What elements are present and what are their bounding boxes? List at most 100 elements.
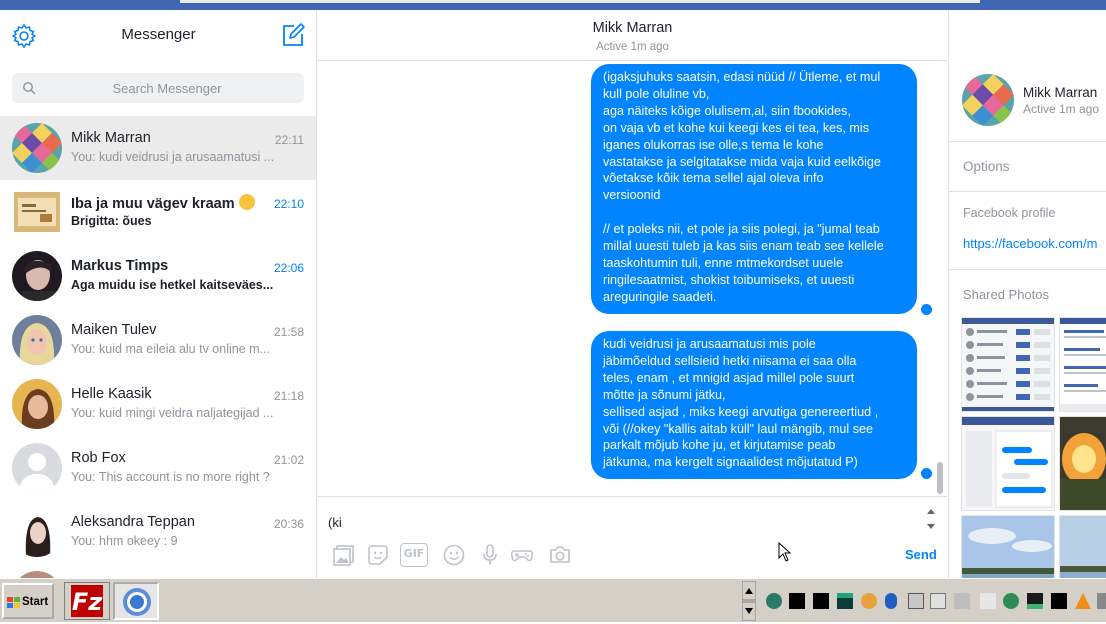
options-section[interactable]: Options xyxy=(949,142,1106,192)
emoji-icon[interactable] xyxy=(442,543,466,567)
conversation-item[interactable] xyxy=(0,564,316,578)
vlc-icon[interactable] xyxy=(1075,593,1091,609)
conversation-name: Markus Timps xyxy=(71,258,169,274)
send-button[interactable]: Send xyxy=(905,547,937,562)
bluetooth-icon[interactable] xyxy=(885,593,897,609)
sticker-icon[interactable] xyxy=(366,543,390,567)
tray-app-icon[interactable] xyxy=(1097,593,1106,609)
browser-icon xyxy=(123,588,151,616)
facebook-profile-link[interactable]: https://facebook.com/m xyxy=(963,236,1097,251)
network-disabled-icon[interactable] xyxy=(930,593,946,609)
profile-status: Active 1m ago xyxy=(1023,102,1100,116)
conversation-time: 22:06 xyxy=(273,261,304,275)
shared-photo[interactable] xyxy=(961,317,1055,412)
conversation-time: 21:18 xyxy=(273,389,304,403)
avatar xyxy=(14,192,60,232)
tray-app-icon[interactable] xyxy=(789,593,805,609)
shared-photo[interactable] xyxy=(961,515,1055,578)
taskbar-scroll-arrows[interactable] xyxy=(742,581,756,621)
conversation-sidebar: Messenger Mikk Marran 22:11 xyxy=(0,10,317,578)
conversation-item[interactable]: Maiken Tulev 21:58 You: kuid ma eileia a… xyxy=(0,308,316,372)
avatar xyxy=(12,507,62,557)
conversation-item[interactable]: Helle Kaasik 21:18 You: kuid mingi veidr… xyxy=(0,372,316,436)
microphone-icon[interactable] xyxy=(478,543,502,567)
filezilla-taskbar-button[interactable]: Fz xyxy=(64,582,110,620)
chat-panel: Mikk Marran Active 1m ago (igaksjuhuks s… xyxy=(318,10,947,578)
conversation-time: 20:36 xyxy=(273,517,304,531)
thread-scrollbar[interactable] xyxy=(937,462,943,494)
photo-icon[interactable] xyxy=(332,543,356,567)
volume-icon[interactable] xyxy=(980,593,996,609)
shared-photo[interactable] xyxy=(961,416,1055,511)
tray-app-icon[interactable] xyxy=(1027,593,1043,609)
facebook-profile-section: Facebook profile https://facebook.com/m xyxy=(949,192,1106,270)
svg-text:Fz: Fz xyxy=(72,588,103,616)
message-bubble[interactable]: kudi veidrusi ja arusaamatusi mis pole j… xyxy=(591,331,917,479)
conversation-snippet: You: kuid ma eileia alu tv online m... xyxy=(71,342,270,356)
tray-app-icon[interactable] xyxy=(908,593,924,609)
conversation-item[interactable]: Markus Timps 22:06 Aga muidu ise hetkel … xyxy=(0,244,316,308)
conversation-snippet: You: kuid mingi veidra naljategijad ... xyxy=(71,406,274,420)
search-icon xyxy=(23,82,36,95)
tray-app-icon[interactable] xyxy=(954,593,970,609)
message-input[interactable] xyxy=(328,511,908,533)
seen-check-icon xyxy=(921,304,932,315)
start-label: Start xyxy=(22,596,49,608)
filezilla-icon: Fz xyxy=(71,585,103,617)
chat-contact-name[interactable]: Mikk Marran xyxy=(318,20,947,36)
smiley-emoji-icon xyxy=(238,194,255,210)
avatar xyxy=(12,443,62,493)
address-bar-edge xyxy=(180,0,980,3)
conversation-item[interactable]: Mikk Marran 22:11 You: kudi veidrusi ja … xyxy=(0,116,316,180)
mouse-cursor-icon xyxy=(778,542,792,562)
conversation-list: Mikk Marran 22:11 You: kudi veidrusi ja … xyxy=(0,116,316,578)
conversation-item[interactable]: Iba ja muu vägev kraam 22:10 Brigitta: õ… xyxy=(0,180,316,244)
conversation-snippet: Aga muidu ise hetkel kaitseväes... xyxy=(71,278,274,292)
message-bubble[interactable]: (igaksjuhuks saatsin, edasi nüüd // Ütle… xyxy=(591,64,917,314)
conversation-time: 21:58 xyxy=(273,325,304,339)
conversation-name: Maiken Tulev xyxy=(71,322,157,338)
sidebar-title: Messenger xyxy=(121,26,196,43)
conversation-name: Aleksandra Teppan xyxy=(71,514,195,530)
facebook-profile-label: Facebook profile xyxy=(963,206,1056,220)
search-box[interactable] xyxy=(12,73,304,103)
conversation-name-text: Iba ja muu vägev kraam xyxy=(71,196,235,212)
options-label: Options xyxy=(963,159,1010,174)
shared-photo[interactable] xyxy=(1059,416,1106,511)
compose-icon[interactable] xyxy=(280,22,306,48)
message-composer: GIF Send xyxy=(318,496,947,578)
game-icon[interactable] xyxy=(510,543,534,567)
security-icon[interactable] xyxy=(1003,593,1019,609)
message-thread: (igaksjuhuks saatsin, edasi nüüd // Ütle… xyxy=(318,62,947,496)
seen-check-icon xyxy=(921,468,932,479)
start-button[interactable]: Start xyxy=(2,583,54,619)
composer-scroll-arrows[interactable] xyxy=(924,503,938,535)
shared-photos-label: Shared Photos xyxy=(963,287,1050,302)
avatar xyxy=(12,571,62,578)
conversation-item[interactable]: Rob Fox 21:02 You: This account is no mo… xyxy=(0,436,316,500)
conversation-time: 22:10 xyxy=(273,197,304,211)
search-input[interactable] xyxy=(42,73,292,103)
conversation-name: Rob Fox xyxy=(71,450,126,466)
conversation-item[interactable]: Aleksandra Teppan 20:36 You: hhm okeey :… xyxy=(0,500,316,564)
tray-app-icon[interactable] xyxy=(837,593,853,609)
tray-app-icon[interactable] xyxy=(813,593,829,609)
shared-photo[interactable] xyxy=(1059,317,1106,412)
conversation-snippet: You: kudi veidrusi ja arusaamatusi ... xyxy=(71,150,275,164)
gif-icon[interactable]: GIF xyxy=(400,543,428,567)
tray-app-icon[interactable] xyxy=(1051,593,1067,609)
profile-summary: Mikk Marran Active 1m ago xyxy=(949,10,1106,142)
conversation-snippet: You: hhm okeey : 9 xyxy=(71,534,178,548)
profile-name: Mikk Marran xyxy=(1023,85,1098,100)
windows-logo-icon xyxy=(7,597,20,608)
os-taskbar: Start Fz xyxy=(0,578,1106,622)
shared-photo[interactable] xyxy=(1059,515,1106,578)
tray-app-icon[interactable] xyxy=(766,593,782,609)
conversation-snippet: Brigitta: õues xyxy=(71,214,152,228)
tray-app-icon[interactable] xyxy=(861,593,877,609)
conversation-name: Iba ja muu vägev kraam xyxy=(71,194,255,212)
profile-panel: Mikk Marran Active 1m ago Options Facebo… xyxy=(948,10,1106,578)
camera-icon[interactable] xyxy=(548,543,572,567)
sidebar-header: Messenger xyxy=(0,10,316,62)
chrome-taskbar-button[interactable] xyxy=(113,582,159,620)
